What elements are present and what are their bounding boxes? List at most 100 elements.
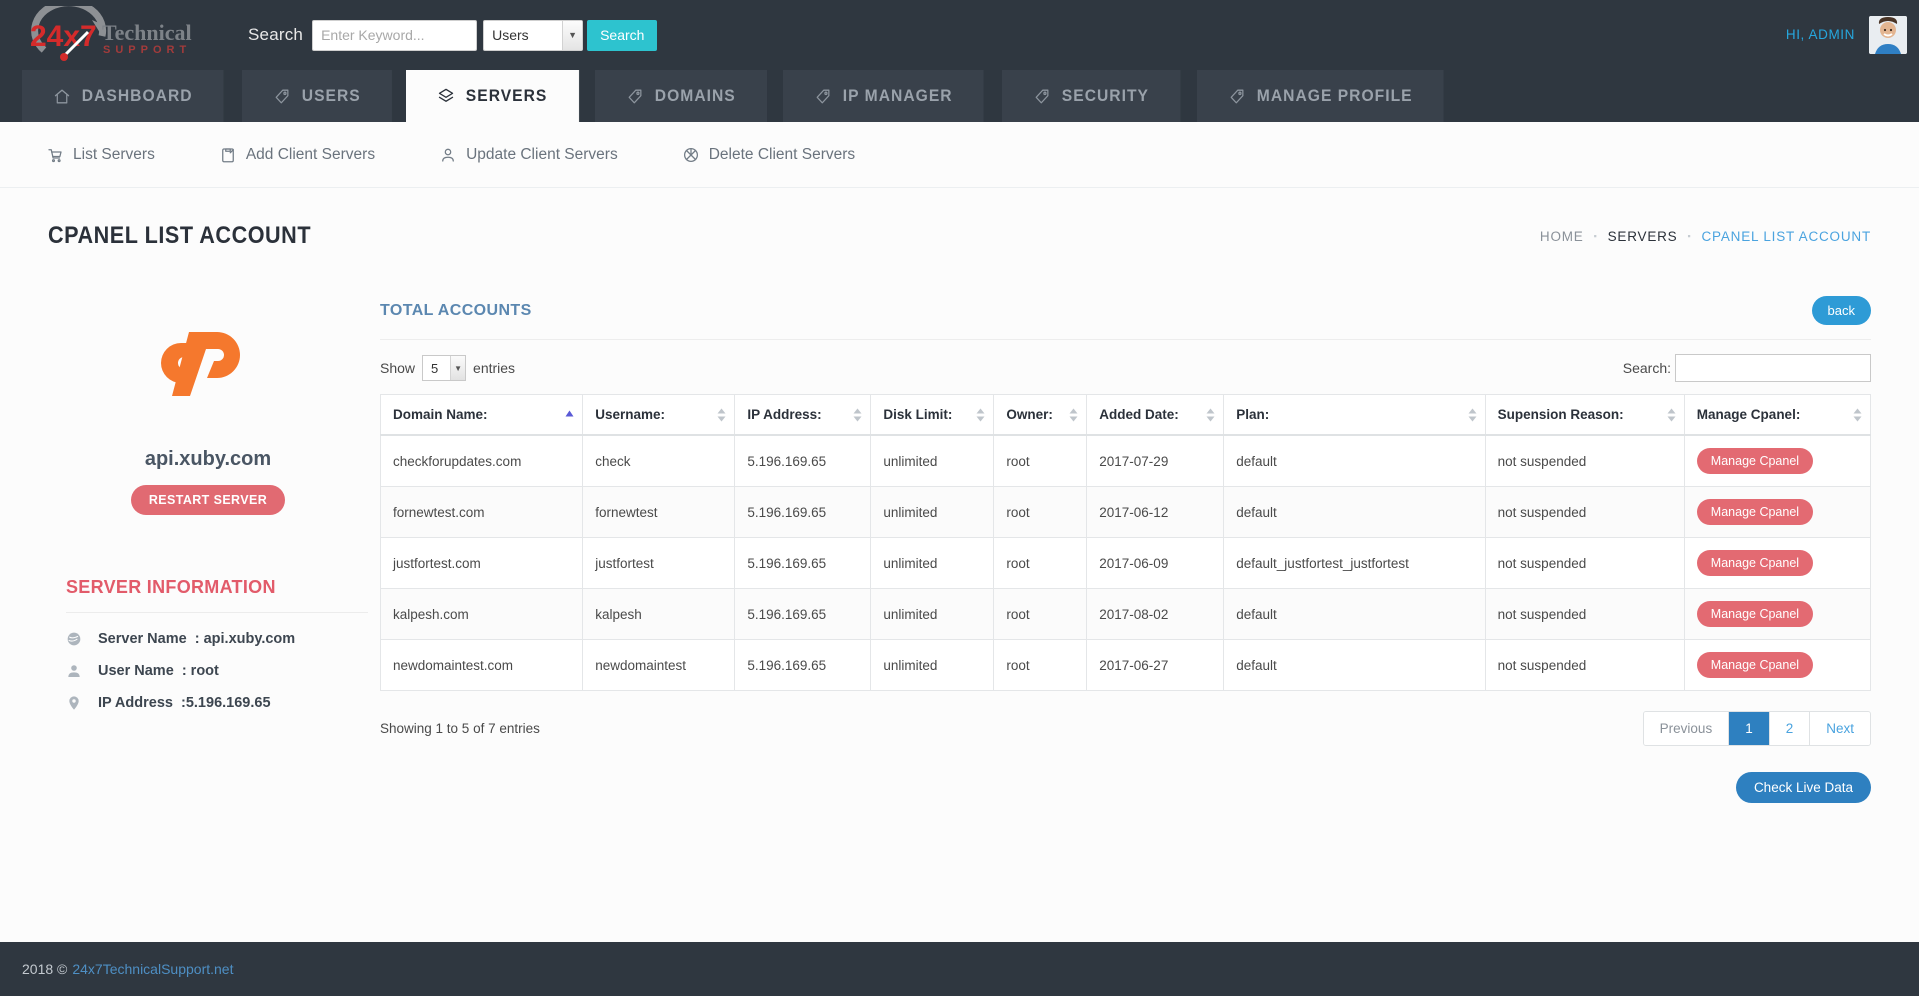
svg-text:SUPPORT: SUPPORT — [103, 44, 191, 56]
home-icon — [53, 87, 70, 106]
cell-disk: unlimited — [871, 487, 994, 538]
breadcrumb-item[interactable]: CPANEL LIST ACCOUNT — [1702, 229, 1872, 244]
cpanel-logo-icon — [153, 310, 263, 402]
main-navigation: DASHBOARD USERSSERVERS DOMAINS IP MANAGER SE… — [0, 70, 1919, 122]
accounts-panel: TOTAL ACCOUNTS back Show 5 ▼ entries Se — [368, 260, 1871, 803]
table-head: Domain Name:Username: IP Address: Disk Lim… — [381, 395, 1871, 436]
svg-text:24x7: 24x7 — [30, 20, 97, 53]
manage-cpanel-button[interactable]: Manage Cpanel — [1697, 652, 1813, 678]
cell-domain: fornewtest.com — [381, 487, 583, 538]
subnav-item-label: Delete Client Servers — [709, 146, 855, 164]
svg-text:Technical: Technical — [102, 20, 192, 45]
footer-link[interactable]: 24x7TechnicalSupport.net — [72, 961, 233, 977]
page-length-select[interactable]: 5 — [422, 355, 466, 381]
manage-cpanel-button[interactable]: Manage Cpanel — [1697, 448, 1813, 474]
nav-item-domains[interactable]: DOMAINS — [595, 70, 768, 122]
restart-server-button[interactable]: RESTART SERVER — [131, 485, 285, 515]
manage-cpanel-button[interactable]: Manage Cpanel — [1697, 499, 1813, 525]
tag-icon — [814, 87, 831, 106]
table-column-label: Owner: — [1006, 407, 1053, 422]
logo-graphic: 24x7 Technical SUPPORT — [14, 6, 210, 64]
nav-item-manage-profile[interactable]: MANAGE PROFILE — [1197, 70, 1445, 122]
cell-suspension: not suspended — [1485, 487, 1684, 538]
server-info-label: User Name — [98, 663, 174, 679]
copyright-text: 2018 © — [22, 961, 67, 977]
table-column-header[interactable]: Username: — [583, 395, 735, 436]
server-info-text: IP Address :5.196.169.65 — [98, 695, 271, 711]
user-icon — [66, 663, 82, 679]
server-info-row: User Name : root — [66, 663, 368, 679]
subnav-item-delete-client-servers[interactable]: Delete Client Servers — [682, 146, 855, 164]
nav-item-ip-manager[interactable]: IP MANAGER — [783, 70, 985, 122]
admin-greeting[interactable]: HI, ADMIN — [1772, 18, 1869, 52]
tag-icon — [1228, 87, 1245, 106]
table-column-header[interactable]: Manage Cpanel: — [1684, 395, 1870, 436]
breadcrumb-separator: ▪ — [1688, 231, 1692, 241]
avatar[interactable] — [1869, 16, 1907, 54]
server-info-row: IP Address :5.196.169.65 — [66, 695, 368, 711]
server-info-row: Server Name : api.xuby.com — [66, 631, 368, 647]
search-input[interactable] — [312, 20, 477, 51]
cell-suspension: not suspended — [1485, 538, 1684, 589]
table-column-header[interactable]: Added Date: — [1087, 395, 1224, 436]
search-button[interactable]: Search — [587, 20, 657, 51]
table-column-label: IP Address: — [747, 407, 821, 422]
cell-domain: kalpesh.com — [381, 589, 583, 640]
nav-item-dashboard[interactable]: DASHBOARD — [22, 70, 225, 122]
pagination-previous[interactable]: Previous — [1644, 712, 1730, 745]
globe-icon — [66, 631, 82, 647]
cell-domain: newdomaintest.com — [381, 640, 583, 691]
cell-added: 2017-06-09 — [1087, 538, 1224, 589]
subnav-item-add-client-servers[interactable]: Add Client Servers — [219, 146, 375, 164]
server-info-label: Server Name — [98, 631, 187, 647]
table-column-header[interactable]: IP Address: — [735, 395, 871, 436]
cell-ip: 5.196.169.65 — [735, 538, 871, 589]
cell-owner: root — [994, 589, 1087, 640]
server-info-text: User Name : root — [98, 663, 219, 679]
nav-item-label: DOMAINS — [655, 86, 736, 106]
table-column-label: Disk Limit: — [883, 407, 952, 422]
cell-action: Manage Cpanel — [1684, 589, 1870, 640]
subnav-item-update-client-servers[interactable]: Update Client Servers — [439, 146, 618, 164]
datatable-search-input[interactable] — [1675, 354, 1871, 382]
server-info-value: :5.196.169.65 — [181, 695, 271, 711]
breadcrumb-item: SERVERS — [1608, 229, 1678, 244]
cart-icon — [46, 146, 64, 164]
server-info-value: : api.xuby.com — [195, 631, 295, 647]
cell-plan: default_justfortest_justfortest — [1224, 538, 1485, 589]
back-button[interactable]: back — [1812, 296, 1871, 325]
brand-logo[interactable]: 24x7 Technical SUPPORT — [0, 6, 230, 64]
manage-cpanel-button[interactable]: Manage Cpanel — [1697, 601, 1813, 627]
cell-ip: 5.196.169.65 — [735, 589, 871, 640]
divider — [66, 612, 368, 613]
nav-item-security[interactable]: SECURITY — [1002, 70, 1181, 122]
cell-username: justfortest — [583, 538, 735, 589]
cell-added: 2017-07-29 — [1087, 435, 1224, 487]
entries-label: entries — [473, 360, 515, 376]
table-row: kalpesh.comkalpesh5.196.169.65unlimitedr… — [381, 589, 1871, 640]
check-live-data-button[interactable]: Check Live Data — [1736, 772, 1871, 803]
table-column-header[interactable]: Plan: — [1224, 395, 1485, 436]
subnav-item-label: Add Client Servers — [246, 146, 375, 164]
server-information-block: SERVER INFORMATION Server Name : api.xub… — [48, 577, 368, 711]
breadcrumb-item[interactable]: HOME — [1540, 229, 1584, 244]
nav-item-users[interactable]: USERS — [242, 70, 393, 122]
cell-suspension: not suspended — [1485, 435, 1684, 487]
manage-cpanel-button[interactable]: Manage Cpanel — [1697, 550, 1813, 576]
table-column-label: Manage Cpanel: — [1697, 407, 1801, 422]
user-icon — [439, 146, 457, 164]
sort-icon — [853, 408, 862, 421]
logo-icon: 24x7 Technical SUPPORT — [14, 6, 210, 64]
table-column-header[interactable]: Owner: — [994, 395, 1087, 436]
table-column-header[interactable]: Disk Limit: — [871, 395, 994, 436]
table-column-header[interactable]: Supension Reason: — [1485, 395, 1684, 436]
page-length-wrapper: 5 ▼ — [422, 355, 466, 381]
table-column-header[interactable]: Domain Name: — [381, 395, 583, 436]
nav-item-servers[interactable]: SERVERS — [406, 70, 580, 122]
pagination-next[interactable]: Next — [1810, 712, 1870, 745]
pagination-page-1[interactable]: 1 — [1729, 712, 1770, 745]
pagination-page-2[interactable]: 2 — [1770, 712, 1811, 745]
subnav-item-list-servers[interactable]: List Servers — [46, 146, 155, 164]
search-scope-select[interactable]: Users — [483, 20, 583, 51]
tag-icon — [274, 87, 291, 106]
